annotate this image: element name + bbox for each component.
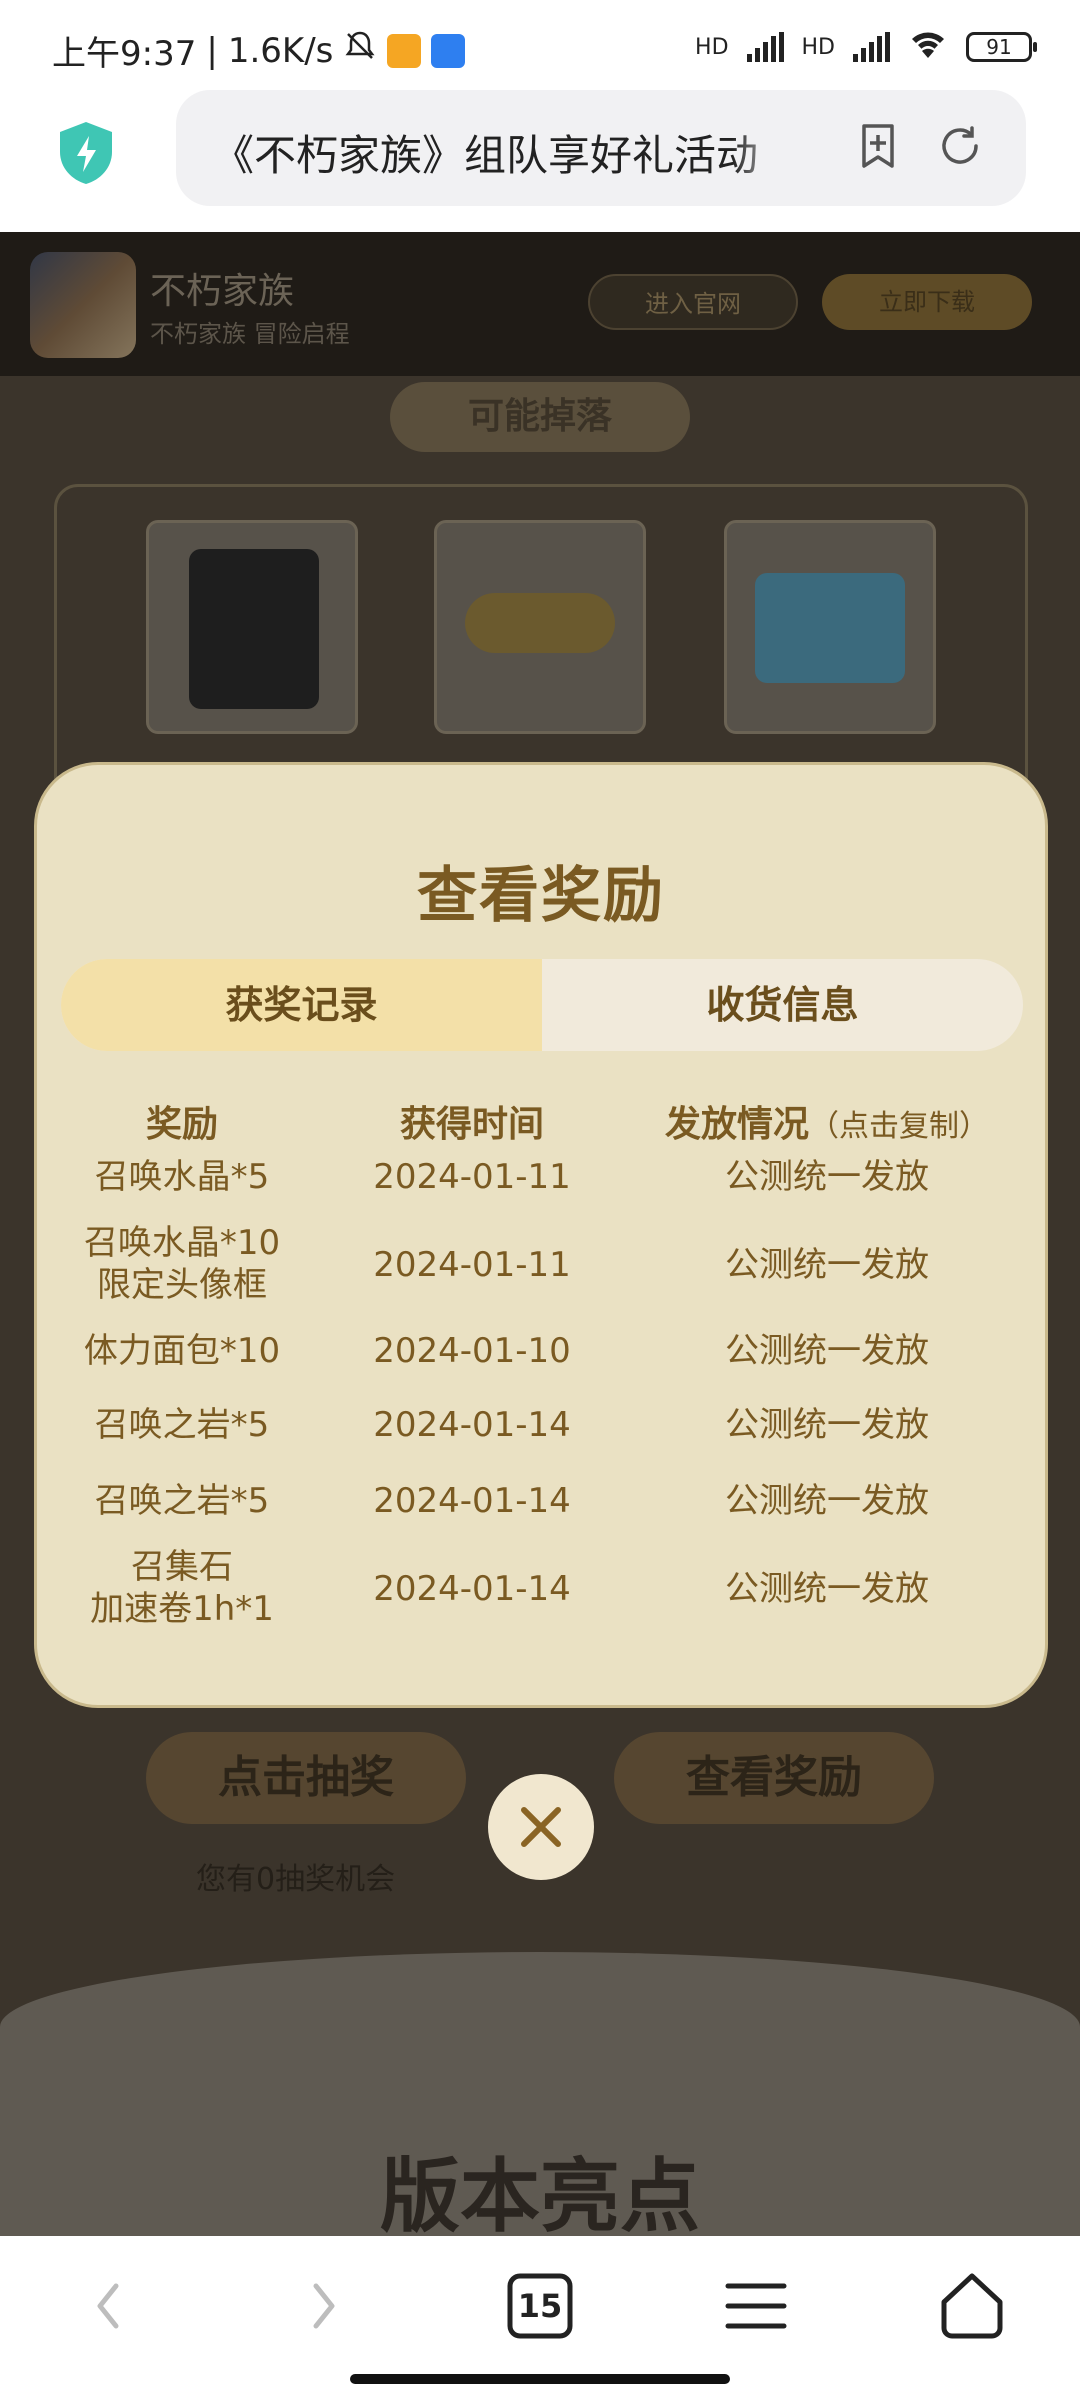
table-row: 召唤水晶*5 2024-01-11 公测统一发放 bbox=[37, 1157, 1051, 1197]
reward-cell-line2: 限定头像框 bbox=[97, 1265, 267, 1305]
download-button[interactable]: 立即下载 bbox=[822, 274, 1032, 330]
app-icon bbox=[30, 252, 136, 358]
table-row: 体力面包*10 2024-01-10 公测统一发放 bbox=[37, 1331, 1051, 1371]
prize-accessory bbox=[434, 520, 646, 734]
wifi-icon bbox=[908, 28, 948, 66]
back-icon[interactable] bbox=[68, 2266, 148, 2346]
version-highlights-title: 版本亮点 bbox=[380, 2149, 700, 2236]
table-row: 召唤水晶*10 限定头像框 2024-01-11 公测统一发放 bbox=[37, 1223, 1051, 1307]
hd-label: HD bbox=[695, 34, 729, 60]
signal-icon-2 bbox=[853, 32, 890, 62]
draw-chance-text: 您有0抽奖机会 bbox=[196, 1862, 396, 1897]
status-cell[interactable]: 公测统一发放 bbox=[657, 1481, 997, 1521]
col-header-status-label: 发放情况 bbox=[664, 1104, 809, 1145]
table-row: 召集石 加速卷1h*1 2024-01-14 公测统一发放 bbox=[37, 1547, 1051, 1623]
status-right: HD HD 91 bbox=[695, 28, 1037, 66]
bookmark-add-icon[interactable] bbox=[852, 120, 904, 172]
records-table[interactable]: 召唤水晶*5 2024-01-11 公测统一发放 召唤水晶*10 限定头像框 2… bbox=[37, 1157, 1051, 1623]
rewards-modal: 查看奖励 获奖记录 收货信息 奖励 获得时间 发放情况（点击复制） 召唤水晶*5… bbox=[34, 762, 1048, 1708]
card-image bbox=[755, 573, 905, 683]
gesture-home-bar[interactable] bbox=[350, 2374, 730, 2384]
forward-icon[interactable] bbox=[284, 2266, 364, 2346]
table-row: 召唤之岩*5 2024-01-14 公测统一发放 bbox=[37, 1405, 1051, 1445]
col-header-status-hint: （点击复制） bbox=[809, 1109, 989, 1144]
mute-bell-icon bbox=[343, 29, 377, 72]
security-shield-icon[interactable] bbox=[56, 120, 116, 186]
tab-award-records[interactable]: 获奖记录 bbox=[61, 959, 542, 1051]
menu-icon[interactable] bbox=[716, 2266, 796, 2346]
home-icon[interactable] bbox=[932, 2266, 1012, 2346]
app-banner: 不朽家族 不朽家族 冒险启程 进入官网 立即下载 bbox=[0, 232, 1080, 376]
accessory-image bbox=[465, 593, 615, 653]
reward-cell: 召集石 bbox=[131, 1547, 233, 1587]
table-row: 召唤之岩*5 2024-01-14 公测统一发放 bbox=[37, 1481, 1051, 1521]
tabs-icon[interactable]: 15 bbox=[500, 2266, 580, 2346]
signal-icon bbox=[746, 32, 784, 62]
browser-app-icon bbox=[431, 33, 466, 68]
col-header-time: 获得时间 bbox=[399, 1104, 544, 1145]
time-cell: 2024-01-11 bbox=[373, 1245, 571, 1285]
prize-phone bbox=[146, 520, 358, 734]
time-cell: 2024-01-14 bbox=[373, 1405, 571, 1445]
tab-shipping-info[interactable]: 收货信息 bbox=[542, 959, 1023, 1051]
notification-app-icon bbox=[387, 33, 422, 68]
status-bar: 上午9:37 | 1.6K/s HD HD 91 bbox=[0, 0, 1080, 90]
status-cell[interactable]: 公测统一发放 bbox=[657, 1569, 997, 1609]
official-site-button[interactable]: 进入官网 bbox=[588, 274, 798, 330]
time-cell: 2024-01-10 bbox=[373, 1331, 571, 1371]
status-left: 上午9:37 | 1.6K/s bbox=[52, 26, 466, 75]
status-divider: | bbox=[206, 30, 218, 71]
modal-tabs: 获奖记录 收货信息 bbox=[61, 959, 1023, 1051]
reward-cell: 召唤水晶*5 bbox=[94, 1157, 270, 1197]
status-time: 上午9:37 bbox=[52, 34, 197, 74]
net-speed: 1.6K/s bbox=[227, 30, 334, 71]
hd-label-2: HD bbox=[801, 34, 835, 60]
reward-cell: 召唤之岩*5 bbox=[94, 1405, 270, 1445]
col-header-status: 发放情况（点击复制） bbox=[627, 1095, 1027, 1147]
refresh-icon[interactable] bbox=[934, 120, 986, 172]
close-modal-button[interactable] bbox=[488, 1774, 594, 1880]
draw-button[interactable]: 点击抽奖 bbox=[146, 1732, 466, 1824]
reward-cell: 召唤水晶*10 bbox=[83, 1223, 281, 1263]
time-cell: 2024-01-11 bbox=[373, 1157, 571, 1197]
status-cell[interactable]: 公测统一发放 bbox=[657, 1157, 997, 1197]
browser-toolbar: 《不朽家族》组队享好礼活动 bbox=[0, 90, 1080, 232]
view-rewards-button[interactable]: 查看奖励 bbox=[614, 1732, 934, 1824]
prize-card bbox=[724, 520, 936, 734]
time-cell: 2024-01-14 bbox=[373, 1569, 571, 1609]
close-icon bbox=[521, 1807, 561, 1847]
time-cell: 2024-01-14 bbox=[373, 1481, 571, 1521]
battery-icon: 91 bbox=[966, 32, 1037, 62]
status-cell[interactable]: 公测统一发放 bbox=[657, 1331, 997, 1371]
reward-cell: 体力面包*10 bbox=[83, 1331, 281, 1371]
app-name: 不朽家族 bbox=[150, 271, 295, 312]
page-title-url[interactable]: 《不朽家族》组队享好礼活动 bbox=[212, 122, 792, 183]
phone-image bbox=[189, 549, 319, 709]
address-bar[interactable]: 《不朽家族》组队享好礼活动 bbox=[176, 90, 1026, 206]
col-header-reward: 奖励 bbox=[145, 1104, 218, 1145]
tab-count: 15 bbox=[517, 2287, 563, 2325]
drop-section-title: 可能掉落 bbox=[390, 382, 690, 452]
reward-cell-line2: 加速卷1h*1 bbox=[90, 1589, 274, 1623]
status-cell[interactable]: 公测统一发放 bbox=[657, 1245, 997, 1285]
modal-title: 查看奖励 bbox=[417, 861, 665, 931]
app-subtitle: 不朽家族 冒险启程 bbox=[150, 320, 350, 348]
reward-cell: 召唤之岩*5 bbox=[94, 1481, 270, 1521]
status-cell[interactable]: 公测统一发放 bbox=[657, 1405, 997, 1445]
